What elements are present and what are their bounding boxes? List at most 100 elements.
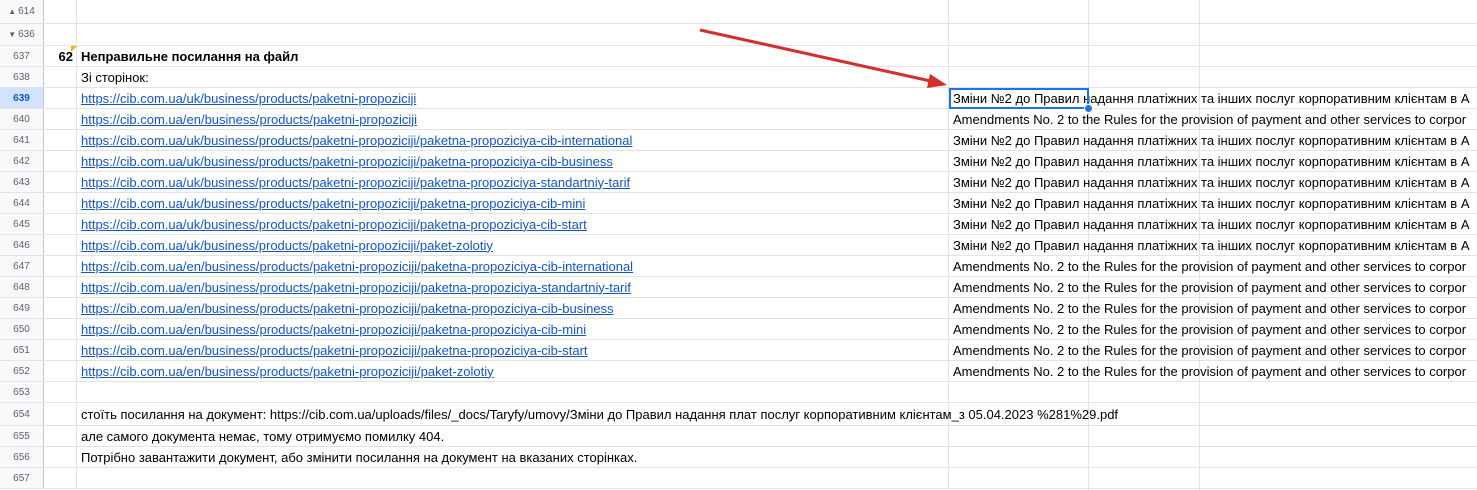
- cell-a[interactable]: [44, 447, 77, 467]
- cell-a[interactable]: [44, 193, 77, 213]
- cell-b[interactable]: https://cib.com.ua/uk/business/products/…: [77, 130, 949, 150]
- comment-indicator[interactable]: [71, 46, 77, 52]
- row-header[interactable]: 657: [0, 468, 44, 488]
- cell-b[interactable]: Неправильне посилання на файл: [77, 46, 949, 66]
- row-header[interactable]: 649: [0, 298, 44, 318]
- page-link[interactable]: https://cib.com.ua/en/business/products/…: [81, 280, 631, 295]
- cell-b[interactable]: https://cib.com.ua/en/business/products/…: [77, 298, 949, 318]
- table-row[interactable]: 649 https://cib.com.ua/en/business/produc…: [0, 298, 1477, 319]
- cell-c[interactable]: [949, 0, 1477, 23]
- table-row[interactable]: ▲ 614: [0, 0, 1477, 24]
- cell-b[interactable]: https://cib.com.ua/en/business/products/…: [77, 256, 949, 276]
- cell-c[interactable]: [949, 67, 1477, 87]
- page-link[interactable]: https://cib.com.ua/en/business/products/…: [81, 322, 586, 337]
- row-header[interactable]: 638: [0, 67, 44, 87]
- page-link[interactable]: https://cib.com.ua/en/business/products/…: [81, 364, 494, 379]
- table-row[interactable]: 638 Зі сторінок:: [0, 67, 1477, 88]
- row-header[interactable]: 654: [0, 403, 44, 425]
- page-link[interactable]: https://cib.com.ua/uk/business/products/…: [81, 91, 416, 106]
- cell-b[interactable]: [77, 382, 949, 402]
- table-row[interactable]: 642 https://cib.com.ua/uk/business/produc…: [0, 151, 1477, 172]
- cell-c[interactable]: [949, 426, 1477, 446]
- cell-b[interactable]: [77, 0, 949, 23]
- row-header[interactable]: 652: [0, 361, 44, 381]
- cell-c[interactable]: [949, 24, 1477, 45]
- row-header[interactable]: 646: [0, 235, 44, 255]
- cell-c[interactable]: [949, 468, 1477, 488]
- table-row[interactable]: 650 https://cib.com.ua/en/business/produc…: [0, 319, 1477, 340]
- cell-c[interactable]: [949, 447, 1477, 467]
- row-header[interactable]: 643: [0, 172, 44, 192]
- cell-b[interactable]: https://cib.com.ua/en/business/products/…: [77, 340, 949, 360]
- cell-b[interactable]: [77, 24, 949, 45]
- cell-a[interactable]: [44, 319, 77, 339]
- cell-b[interactable]: Потрібно завантажити документ, або зміни…: [77, 447, 949, 467]
- cell-c[interactable]: Amendments No. 2 to the Rules for the pr…: [949, 256, 1477, 276]
- table-row[interactable]: ▼ 636: [0, 24, 1477, 46]
- table-row[interactable]: 647 https://cib.com.ua/en/business/produc…: [0, 256, 1477, 277]
- table-row[interactable]: 641 https://cib.com.ua/uk/business/produc…: [0, 130, 1477, 151]
- cell-a[interactable]: [44, 67, 77, 87]
- row-header[interactable]: 641: [0, 130, 44, 150]
- page-link[interactable]: https://cib.com.ua/uk/business/products/…: [81, 196, 585, 211]
- page-link[interactable]: https://cib.com.ua/uk/business/products/…: [81, 238, 493, 253]
- row-header[interactable]: 642: [0, 151, 44, 171]
- cell-c[interactable]: [949, 403, 1477, 425]
- cell-c[interactable]: Amendments No. 2 to the Rules for the pr…: [949, 340, 1477, 360]
- cell-c[interactable]: [949, 382, 1477, 402]
- cell-c[interactable]: Зміни №2 до Правил надання платіжних та …: [949, 235, 1477, 255]
- page-link[interactable]: https://cib.com.ua/uk/business/products/…: [81, 133, 632, 148]
- cell-c[interactable]: Amendments No. 2 to the Rules for the pr…: [949, 277, 1477, 297]
- cell-a[interactable]: [44, 426, 77, 446]
- cell-b[interactable]: https://cib.com.ua/uk/business/products/…: [77, 172, 949, 192]
- table-row[interactable]: 639 https://cib.com.ua/uk/business/produc…: [0, 88, 1477, 109]
- cell-a[interactable]: [44, 214, 77, 234]
- table-row[interactable]: 657: [0, 468, 1477, 489]
- table-row[interactable]: 651 https://cib.com.ua/en/business/produc…: [0, 340, 1477, 361]
- cell-a[interactable]: [44, 88, 77, 108]
- table-row[interactable]: 643 https://cib.com.ua/uk/business/produc…: [0, 172, 1477, 193]
- cell-c[interactable]: Зміни №2 до Правил надання платіжних та …: [949, 130, 1477, 150]
- cell-b[interactable]: але самого документа немає, тому отримує…: [77, 426, 949, 446]
- cell-a[interactable]: [44, 109, 77, 129]
- cell-c[interactable]: Amendments No. 2 to the Rules for the pr…: [949, 361, 1477, 381]
- page-link[interactable]: https://cib.com.ua/en/business/products/…: [81, 301, 614, 316]
- page-link[interactable]: https://cib.com.ua/uk/business/products/…: [81, 217, 587, 232]
- cell-a[interactable]: [44, 256, 77, 276]
- cell-a[interactable]: [44, 24, 77, 45]
- page-link[interactable]: https://cib.com.ua/uk/business/products/…: [81, 175, 630, 190]
- cell-c[interactable]: Зміни №2 до Правил надання платіжних та …: [949, 151, 1477, 171]
- cell-c[interactable]: Зміни №2 до Правил надання платіжних та …: [949, 214, 1477, 234]
- page-link[interactable]: https://cib.com.ua/en/business/products/…: [81, 259, 633, 274]
- cell-a[interactable]: [44, 235, 77, 255]
- cell-c[interactable]: [949, 46, 1477, 66]
- page-link[interactable]: https://cib.com.ua/uk/business/products/…: [81, 154, 613, 169]
- row-header[interactable]: 653: [0, 382, 44, 402]
- row-header[interactable]: 651: [0, 340, 44, 360]
- cell-a[interactable]: [44, 298, 77, 318]
- row-header[interactable]: 655: [0, 426, 44, 446]
- cell-a[interactable]: [44, 361, 77, 381]
- table-row[interactable]: 656 Потрібно завантажити документ, або зм…: [0, 447, 1477, 468]
- cell-c[interactable]: Зміни №2 до Правил надання платіжних та …: [949, 193, 1477, 213]
- table-row[interactable]: 645 https://cib.com.ua/uk/business/produc…: [0, 214, 1477, 235]
- row-header[interactable]: 645: [0, 214, 44, 234]
- row-header[interactable]: 656: [0, 447, 44, 467]
- row-header[interactable]: ▼ 636: [0, 24, 44, 45]
- cell-c[interactable]: Amendments No. 2 to the Rules for the pr…: [949, 109, 1477, 129]
- cell-b[interactable]: Зі сторінок:: [77, 67, 949, 87]
- table-row[interactable]: 644 https://cib.com.ua/uk/business/produc…: [0, 193, 1477, 214]
- cell-b[interactable]: https://cib.com.ua/en/business/products/…: [77, 361, 949, 381]
- table-row[interactable]: 652 https://cib.com.ua/en/business/produc…: [0, 361, 1477, 382]
- table-row[interactable]: 648 https://cib.com.ua/en/business/produc…: [0, 277, 1477, 298]
- cell-a[interactable]: [44, 0, 77, 23]
- cell-c[interactable]: Amendments No. 2 to the Rules for the pr…: [949, 298, 1477, 318]
- cell-a[interactable]: [44, 151, 77, 171]
- table-row[interactable]: 640 https://cib.com.ua/en/business/produc…: [0, 109, 1477, 130]
- cell-b[interactable]: стоїть посилання на документ: https://ci…: [77, 403, 1118, 425]
- cell-b[interactable]: https://cib.com.ua/en/business/products/…: [77, 277, 949, 297]
- cell-b[interactable]: https://cib.com.ua/uk/business/products/…: [77, 151, 949, 171]
- table-row[interactable]: 637 62 Неправильне посилання на файл: [0, 46, 1477, 67]
- cell-a[interactable]: [44, 277, 77, 297]
- cell-b[interactable]: https://cib.com.ua/en/business/products/…: [77, 109, 949, 129]
